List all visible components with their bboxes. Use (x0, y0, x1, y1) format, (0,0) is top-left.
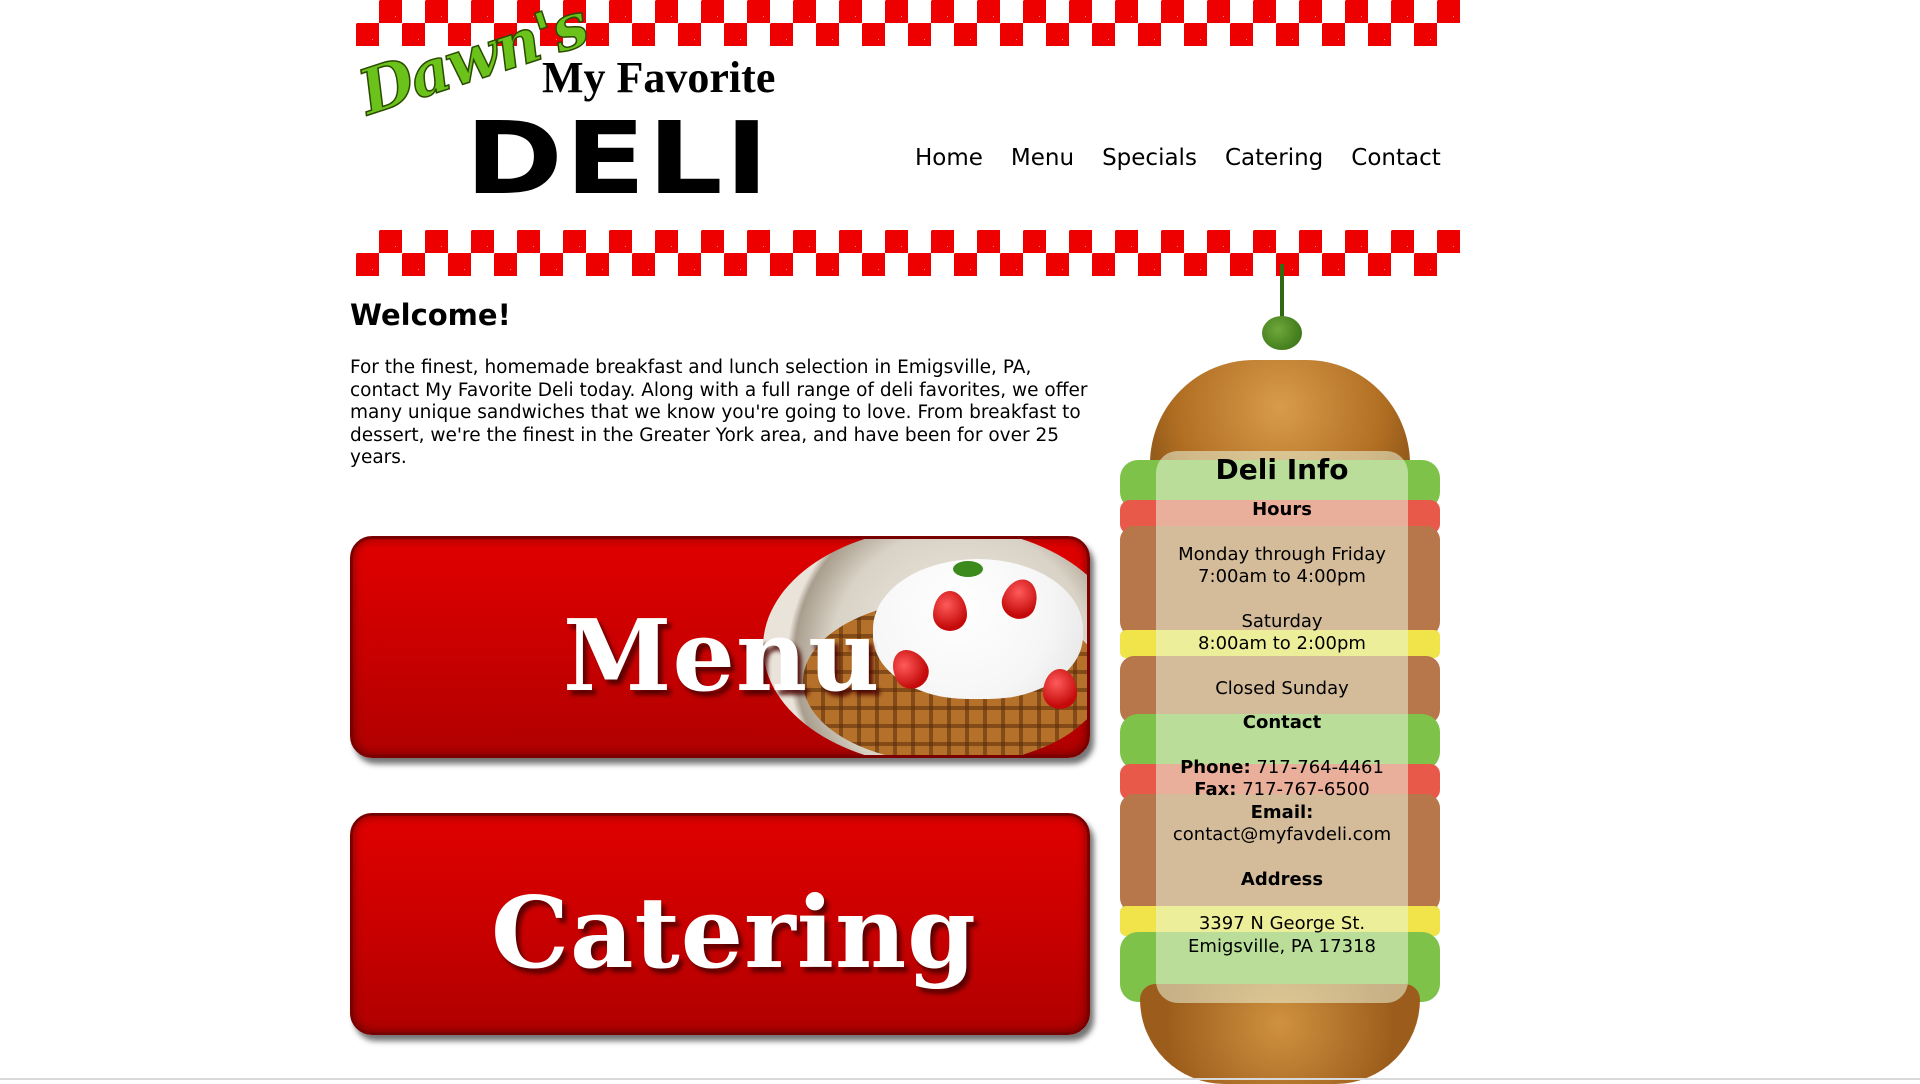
strawberry-icon (1043, 669, 1077, 709)
welcome-heading: Welcome! (350, 298, 511, 332)
hours-heading: Hours (1252, 499, 1312, 520)
logo-subtitle: My Favorite (542, 53, 776, 102)
menu-promo-label: Menu (563, 599, 881, 714)
leaf-icon (953, 561, 983, 577)
email-label: Email: (1250, 801, 1314, 823)
email-row: Email: (1156, 802, 1408, 825)
main-nav: Home Menu Specials Catering Contact (915, 145, 1441, 171)
saturday-days: Saturday (1241, 610, 1323, 632)
phone-label: Phone: (1180, 756, 1251, 778)
address-line2: Emigsville, PA 17318 (1188, 935, 1376, 957)
email-value[interactable]: contact@myfavdeli.com (1156, 824, 1408, 847)
catering-promo-button[interactable]: Catering (350, 813, 1090, 1035)
fax-value: 717-767-6500 (1242, 779, 1370, 800)
info-title: Deli Info (1215, 453, 1349, 486)
site-logo[interactable]: Dawn's My Favorite DELI (349, 0, 790, 225)
nav-catering[interactable]: Catering (1225, 145, 1323, 171)
address-heading: Address (1240, 868, 1324, 890)
menu-promo-button[interactable]: Menu (350, 536, 1090, 758)
weekday-days: Monday through Friday (1178, 543, 1386, 565)
nav-specials[interactable]: Specials (1102, 145, 1197, 171)
saturday-time: 8:00am to 2:00pm (1198, 633, 1366, 654)
strawberry-icon (933, 591, 967, 631)
contact-heading: Contact (1242, 712, 1322, 733)
nav-home[interactable]: Home (915, 145, 983, 171)
address-line1: 3397 N George St. (1198, 913, 1366, 934)
nav-contact[interactable]: Contact (1351, 145, 1440, 171)
page: Dawn's My Favorite DELI Home Menu Specia… (349, 0, 1466, 1084)
weekday-time: 7:00am to 4:00pm (1198, 566, 1366, 587)
olive-icon (1262, 316, 1302, 350)
logo-title: DELI (465, 99, 771, 217)
nav-menu[interactable]: Menu (1011, 145, 1074, 171)
phone-row: Phone: 717-764-4461 (1156, 757, 1408, 780)
sunday-note: Closed Sunday (1215, 677, 1349, 699)
deli-info-panel: Deli Info Hours Monday through Friday 7:… (1156, 451, 1408, 1003)
welcome-paragraph: For the finest, homemade breakfast and l… (350, 357, 1088, 468)
catering-promo-label: Catering (491, 876, 977, 991)
phone-value[interactable]: 717-764-4461 (1256, 757, 1384, 778)
fax-row: Fax: 717-767-6500 (1156, 779, 1408, 802)
fax-label: Fax: (1194, 779, 1237, 800)
